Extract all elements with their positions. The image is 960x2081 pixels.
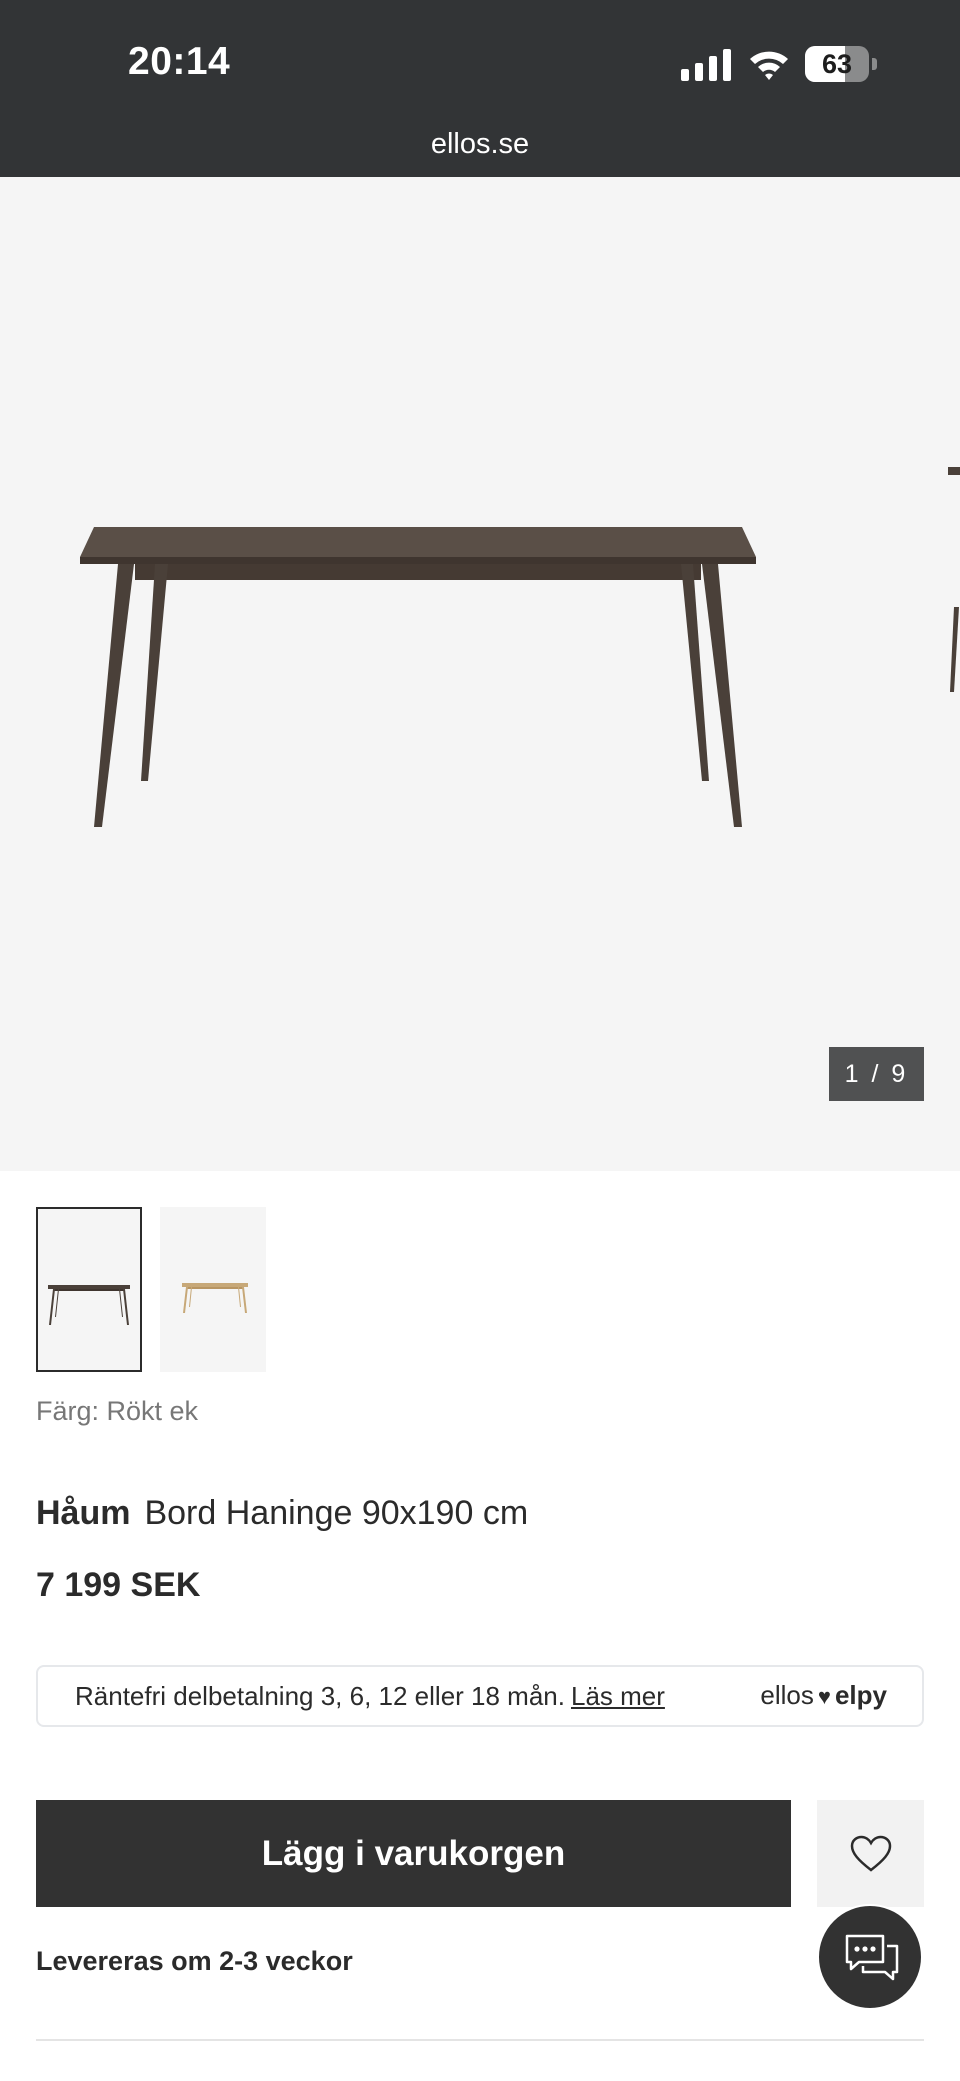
ellos-logo: ellos [760, 1680, 814, 1710]
installment-info: Räntefri delbetalning 3, 6, 12 eller 18 … [75, 1681, 565, 1711]
installment-text: Räntefri delbetalning 3, 6, 12 eller 18 … [75, 1681, 665, 1712]
product-name: Bord Haninge 90x190 cm [144, 1494, 529, 1532]
color-label: Färg: Rökt ek [36, 1396, 199, 1426]
battery-percent: 63 [821, 49, 853, 79]
thumbnail-smoked-oak[interactable] [36, 1207, 142, 1372]
product-title: Håum Bord Haninge 90x190 cm [36, 1494, 528, 1533]
favorite-button[interactable] [817, 1800, 924, 1907]
product-image-gallery[interactable]: 1 / 9 [0, 177, 960, 1171]
heart-icon [850, 1835, 892, 1872]
battery-icon: 63 [805, 46, 877, 84]
product-price: 7 199 SEK [36, 1566, 201, 1604]
product-image-table [80, 527, 756, 827]
url-bar[interactable]: ellos.se [0, 128, 960, 161]
thumbnail-image [182, 1283, 248, 1313]
status-time: 20:14 [128, 40, 231, 83]
thumbnail-image [48, 1285, 130, 1325]
chat-icon [845, 1934, 899, 1981]
top-bar: 20:14 63 ellos.se [0, 0, 960, 177]
elpy-logo: elpy [834, 1680, 887, 1710]
image-counter: 1 / 9 [829, 1047, 924, 1101]
product-brand[interactable]: Håum [36, 1494, 130, 1532]
installment-banner: Räntefri delbetalning 3, 6, 12 eller 18 … [36, 1665, 924, 1727]
wifi-icon [750, 51, 788, 80]
thumbnail-natural-oak[interactable] [160, 1207, 266, 1372]
next-product-image-peek [948, 467, 960, 692]
read-more-link[interactable]: Läs mer [571, 1681, 665, 1711]
heart-logo-icon: ♥ [817, 1684, 831, 1709]
delivery-time: Levereras om 2-3 veckor [36, 1946, 353, 1976]
signal-icon [681, 49, 731, 81]
partner-logos: ellos ♥ elpy [760, 1680, 887, 1711]
chat-button[interactable] [817, 1904, 923, 2010]
add-to-cart-button[interactable]: Lägg i varukorgen [36, 1800, 791, 1907]
divider [36, 2039, 924, 2041]
